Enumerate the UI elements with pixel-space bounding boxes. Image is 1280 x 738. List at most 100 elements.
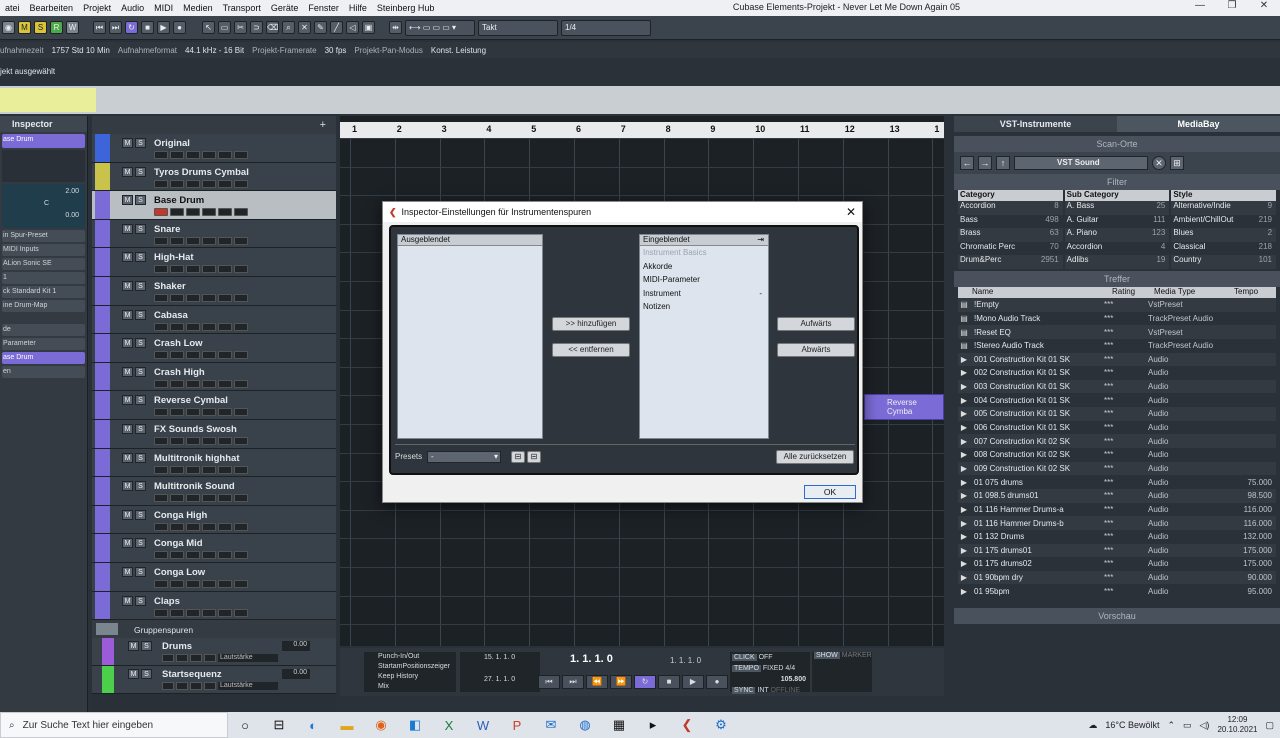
play-icon[interactable]: ▶	[958, 559, 970, 568]
style-item[interactable]: Alternative/Indie 9	[1171, 201, 1277, 215]
click-button[interactable]: CLICK	[732, 654, 757, 661]
col-media-type[interactable]: Media Type	[1152, 287, 1232, 298]
play-icon[interactable]: ▶	[958, 437, 970, 446]
track-row[interactable]: M S Cabasa	[92, 305, 336, 335]
read-button[interactable]	[218, 494, 232, 503]
nudge-icon[interactable]: ⇹	[389, 21, 402, 34]
automation-param[interactable]: Lautstärke	[218, 682, 278, 691]
menu-item-transport[interactable]: Transport	[218, 3, 266, 13]
track-row[interactable]: M S High-Hat	[92, 248, 336, 277]
play-icon[interactable]: ▶	[157, 21, 170, 34]
inspector-section[interactable]: en	[2, 366, 85, 378]
monitor-button[interactable]	[170, 351, 184, 360]
pin-icon[interactable]: ⇥	[757, 235, 764, 245]
menu-item-audio[interactable]: Audio	[116, 3, 149, 13]
result-row[interactable]: ▶ 003 Construction Kit 01 SK *** Audio	[958, 379, 1276, 394]
read-button[interactable]	[218, 208, 232, 217]
play-icon[interactable]: ▶	[958, 382, 970, 391]
read-button[interactable]	[218, 351, 232, 360]
link-button[interactable]	[202, 351, 216, 360]
result-rating[interactable]: ***	[1104, 396, 1148, 405]
edit-button[interactable]	[186, 436, 200, 445]
play-tool-icon[interactable]: ◁	[346, 21, 359, 34]
play-icon[interactable]: ▶	[958, 423, 970, 432]
result-row[interactable]: ▤ !Empty *** VstPreset	[958, 297, 1276, 312]
mute-button[interactable]: M	[122, 252, 133, 263]
audio-event[interactable]: Reverse Cymba	[864, 394, 944, 420]
delete-preset-icon[interactable]: ⊟	[527, 451, 541, 463]
read-button[interactable]	[218, 236, 232, 245]
record-enable-button[interactable]	[154, 379, 168, 388]
mute-button[interactable]: M	[122, 280, 133, 291]
menu-item-fenster[interactable]: Fenster	[303, 3, 344, 13]
result-rating[interactable]: ***	[1104, 587, 1148, 596]
shown-list-item[interactable]: Akkorde	[640, 260, 768, 274]
results-header[interactable]: Treffer	[954, 270, 1280, 287]
mute-tool-icon[interactable]: ✕	[298, 21, 311, 34]
write-button[interactable]	[234, 522, 248, 531]
edit-button[interactable]	[186, 608, 200, 617]
menu-item-projekt[interactable]: Projekt	[78, 3, 116, 13]
firefox-icon[interactable]: ◉	[364, 712, 398, 738]
result-row[interactable]: ▶ 007 Construction Kit 02 SK *** Audio	[958, 434, 1276, 449]
delete-location-icon[interactable]: ✕	[1152, 156, 1166, 170]
link-button[interactable]	[204, 654, 216, 663]
link-button[interactable]	[202, 408, 216, 417]
read-button[interactable]	[218, 151, 232, 159]
split-tool-icon[interactable]: ✂	[234, 21, 247, 34]
style-item[interactable]: Blues 2	[1171, 228, 1277, 242]
show-button[interactable]: SHOW	[814, 652, 840, 659]
cycle-icon[interactable]: ↻	[125, 21, 138, 34]
shown-list[interactable]: Eingeblendet ⇥ Instrument Basics Akkorde MI…	[639, 234, 769, 439]
monitor-button[interactable]	[170, 322, 184, 331]
left-locator[interactable]: 15. 1. 1. 0	[484, 654, 515, 661]
result-rating[interactable]: ***	[1104, 519, 1148, 528]
calculator-icon[interactable]: ▦	[602, 712, 636, 738]
edit-button[interactable]	[186, 322, 200, 331]
mute-button[interactable]: M	[122, 195, 133, 206]
mute-button[interactable]: M	[122, 338, 133, 349]
clock[interactable]: 12:09 20.10.2021	[1217, 715, 1257, 735]
monitor-button[interactable]	[170, 608, 184, 617]
mute-button[interactable]: M	[122, 166, 133, 177]
write-button[interactable]	[234, 293, 248, 302]
mute-button[interactable]: M	[122, 395, 133, 406]
inspector-row[interactable]: ALion Sonic SE	[2, 258, 85, 270]
edit-button[interactable]	[186, 208, 200, 217]
solo-button[interactable]: S	[135, 481, 146, 492]
edit-button[interactable]	[186, 151, 200, 159]
play-icon[interactable]: ▶	[958, 532, 970, 541]
up-icon[interactable]: ↑	[996, 156, 1010, 170]
play-icon[interactable]: ▶	[682, 675, 704, 689]
minimize-icon[interactable]: —	[1184, 0, 1216, 11]
result-rating[interactable]: ***	[1104, 546, 1148, 555]
mute-button[interactable]: M	[128, 669, 139, 680]
preset-icon[interactable]: ▤	[958, 328, 970, 337]
result-row[interactable]: ▤ !Stereo Audio Track *** TrackPreset Audio	[958, 339, 1276, 353]
read-button[interactable]	[218, 608, 232, 617]
track-row[interactable]: M S Shaker	[92, 276, 336, 306]
monitor-button[interactable]	[170, 522, 184, 531]
result-rating[interactable]: ***	[1104, 328, 1148, 337]
write-button[interactable]: W	[66, 21, 79, 34]
time-signature[interactable]: 4/4	[785, 665, 795, 672]
tempo-value[interactable]: 105.800	[732, 674, 810, 685]
write-button[interactable]	[234, 322, 248, 331]
record-enable-button[interactable]	[154, 465, 168, 474]
mute-button[interactable]: M	[122, 481, 133, 492]
solo-button[interactable]: S	[135, 423, 146, 434]
write-button[interactable]	[234, 208, 248, 217]
range-tool-icon[interactable]: ▭	[218, 21, 231, 34]
read-button[interactable]	[218, 436, 232, 445]
read-button[interactable]	[218, 293, 232, 302]
read-button[interactable]	[218, 522, 232, 531]
result-row[interactable]: ▶ 01 175 drums01 *** Audio 175.000	[958, 543, 1276, 558]
solo-button[interactable]: S	[135, 538, 146, 549]
monitor-button[interactable]	[170, 208, 184, 217]
record-enable-button[interactable]	[154, 522, 168, 531]
link-button[interactable]	[202, 608, 216, 617]
forward-icon[interactable]: →	[978, 156, 992, 170]
subcategory-item[interactable]: Adlibs 19	[1064, 255, 1170, 269]
result-row[interactable]: ▶ 01 95bpm *** Audio 95.000	[958, 584, 1276, 598]
result-row[interactable]: ▶ 001 Construction Kit 01 SK *** Audio	[958, 352, 1276, 367]
